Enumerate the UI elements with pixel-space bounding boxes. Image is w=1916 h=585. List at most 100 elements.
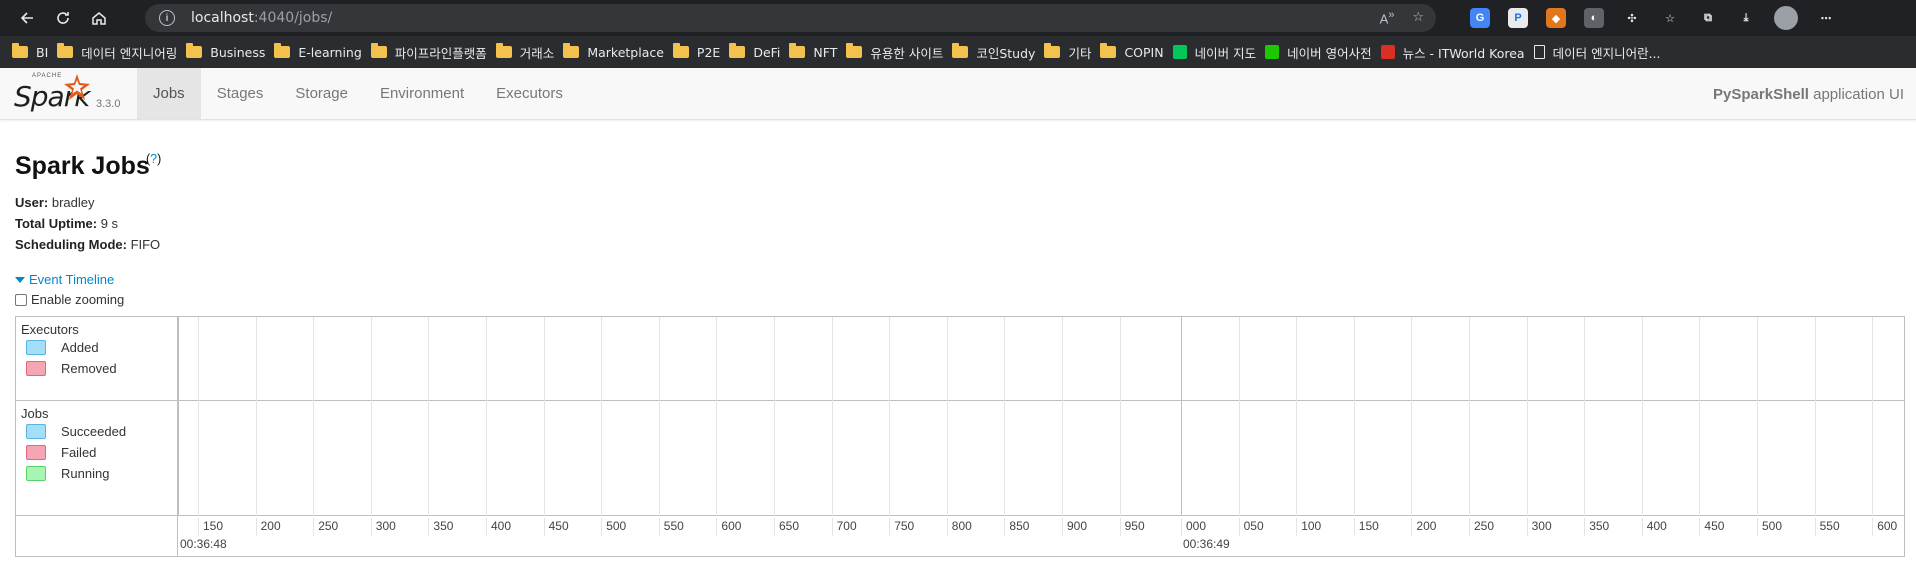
grid-line bbox=[889, 317, 891, 516]
extension-p-icon[interactable]: P bbox=[1508, 8, 1528, 28]
event-timeline-label[interactable]: Event Timeline bbox=[29, 272, 114, 287]
grid-line bbox=[1872, 317, 1874, 516]
tick-label: 500 bbox=[601, 518, 626, 536]
bookmark-label: BI bbox=[36, 44, 49, 60]
favorite-add-icon[interactable]: ☆ bbox=[1412, 9, 1424, 26]
zoom-checkbox[interactable] bbox=[15, 293, 27, 306]
tick-label: 950 bbox=[1119, 518, 1145, 536]
spark-logo[interactable]: APACHE Spark bbox=[12, 72, 92, 116]
tick-label: 850 bbox=[1004, 518, 1029, 536]
event-timeline: Executors Jobs Added Removed Succeeded Fai… bbox=[15, 316, 1905, 557]
major-time-label: 00:36:48 bbox=[180, 537, 227, 551]
grid-line bbox=[1353, 317, 1355, 516]
folder-icon bbox=[563, 43, 580, 58]
tab-executors[interactable]: Executors bbox=[480, 68, 579, 119]
refresh-icon[interactable] bbox=[45, 0, 81, 36]
tab-storage[interactable]: Storage bbox=[279, 68, 364, 119]
bookmark-item[interactable]: E-learning bbox=[274, 38, 370, 66]
bookmark-label: P2E bbox=[696, 44, 721, 60]
tick-label: 750 bbox=[889, 518, 914, 536]
bookmark-item[interactable]: 파이프라인플랫폼 bbox=[370, 38, 496, 66]
page-icon bbox=[1533, 45, 1545, 59]
bookmark-item[interactable]: 거래소 bbox=[495, 38, 564, 66]
bookmark-item[interactable]: 네이버 지도 bbox=[1172, 38, 1265, 66]
grid-line bbox=[178, 317, 179, 516]
bookmark-label: 코인Study bbox=[976, 45, 1036, 61]
event-timeline-toggle[interactable]: Event Timeline bbox=[15, 272, 114, 287]
tick-label: 400 bbox=[1641, 518, 1667, 536]
tick-label: 900 bbox=[1062, 518, 1087, 536]
bookmark-item[interactable]: 데이터 엔지니어란... bbox=[1533, 38, 1670, 66]
favorites-icon[interactable]: ☆ bbox=[1660, 8, 1680, 28]
help-link[interactable]: (?) bbox=[146, 152, 161, 173]
bookmark-item[interactable]: DeFi bbox=[729, 38, 789, 66]
folder-icon bbox=[1100, 43, 1117, 58]
metamask-extension-icon[interactable]: ◆ bbox=[1546, 8, 1566, 28]
grid-line bbox=[198, 317, 199, 516]
bookmark-label: Marketplace bbox=[587, 44, 664, 60]
bookmark-label: 거래소 bbox=[519, 45, 555, 61]
home-icon[interactable] bbox=[81, 0, 117, 36]
user-info: User: bradley bbox=[15, 195, 95, 210]
bookmark-label: 유용한 사이트 bbox=[870, 45, 944, 61]
downloads-icon[interactable]: ⤓ bbox=[1736, 8, 1756, 28]
translate-extension-icon[interactable]: G bbox=[1470, 8, 1490, 28]
bookmark-item[interactable]: COPIN bbox=[1100, 38, 1172, 66]
bookmark-item[interactable]: Business bbox=[186, 38, 274, 66]
bookmark-item[interactable]: P2E bbox=[672, 38, 729, 66]
tick-label: 150 bbox=[198, 518, 223, 536]
profile-avatar[interactable] bbox=[1774, 6, 1798, 30]
site-favicon-icon bbox=[1172, 45, 1187, 59]
bookmark-item[interactable]: 네이버 영어사전 bbox=[1265, 38, 1380, 66]
grid-line bbox=[601, 317, 603, 516]
tick-label: 200 bbox=[255, 518, 281, 536]
tick-label: 250 bbox=[1469, 518, 1494, 536]
folder-icon bbox=[952, 43, 969, 58]
tab-jobs[interactable]: Jobs bbox=[137, 68, 201, 119]
tick-label: 400 bbox=[486, 518, 511, 536]
enable-zooming[interactable]: Enable zooming bbox=[15, 292, 124, 307]
more-menu-icon[interactable]: ⋯ bbox=[1816, 8, 1836, 28]
bookmark-item[interactable]: 뉴스 - ITWorld Korea bbox=[1380, 38, 1534, 66]
grid-line bbox=[1062, 317, 1063, 516]
tab-environment[interactable]: Environment bbox=[364, 68, 480, 119]
bookmark-item[interactable]: 유용한 사이트 bbox=[846, 38, 952, 66]
info-icon[interactable]: i bbox=[159, 10, 175, 26]
expand-triangle-icon bbox=[15, 276, 25, 283]
help-question[interactable]: ? bbox=[150, 152, 157, 166]
extensions-puzzle-icon[interactable]: ✣ bbox=[1622, 8, 1642, 28]
folder-icon bbox=[846, 43, 863, 58]
major-grid-line bbox=[1181, 317, 1182, 516]
bookmark-item[interactable]: BI bbox=[12, 38, 57, 66]
bookmark-label: 파이프라인플랫폼 bbox=[394, 45, 487, 61]
bookmark-item[interactable]: 기타 bbox=[1044, 38, 1100, 66]
extension-gray-icon[interactable]: ◐ bbox=[1584, 8, 1604, 28]
tick-label: 100 bbox=[1296, 518, 1321, 536]
grid-line bbox=[774, 317, 775, 516]
uptime-info: Total Uptime: 9 s bbox=[15, 216, 119, 231]
bookmark-label: NFT bbox=[813, 44, 838, 60]
tab-stages[interactable]: Stages bbox=[201, 68, 280, 119]
bookmark-label: COPIN bbox=[1124, 44, 1164, 60]
address-bar[interactable]: i localhost:4040/jobs/ A» ☆ bbox=[145, 4, 1436, 32]
back-icon[interactable] bbox=[9, 0, 45, 36]
folder-icon bbox=[729, 43, 746, 58]
grid-line bbox=[1814, 317, 1816, 516]
bookmark-label: Business bbox=[210, 44, 266, 60]
grid-line bbox=[1119, 317, 1121, 516]
folder-icon bbox=[672, 43, 689, 58]
bookmark-label: E-learning bbox=[298, 44, 362, 60]
spark-star-icon bbox=[64, 74, 90, 100]
timeline-axis[interactable]: 150 200 250 300 350 400 450 500 550 600 650 700 750 8… bbox=[16, 317, 1904, 556]
bookmark-label: 네이버 지도 bbox=[1194, 45, 1257, 61]
bookmark-label: 데이터 엔지니어링 bbox=[81, 45, 178, 61]
bookmark-item[interactable]: 코인Study bbox=[952, 38, 1044, 66]
collections-icon[interactable]: ⧉ bbox=[1698, 8, 1718, 28]
grid-line bbox=[716, 317, 718, 516]
read-aloud-icon[interactable]: A» bbox=[1380, 9, 1395, 26]
bookmark-label: 데이터 엔지니어란... bbox=[1552, 45, 1661, 61]
grid-line bbox=[1526, 317, 1528, 516]
bookmark-item[interactable]: Marketplace bbox=[563, 38, 673, 66]
bookmark-item[interactable]: 데이터 엔지니어링 bbox=[57, 38, 186, 66]
bookmark-item[interactable]: NFT bbox=[789, 38, 846, 66]
